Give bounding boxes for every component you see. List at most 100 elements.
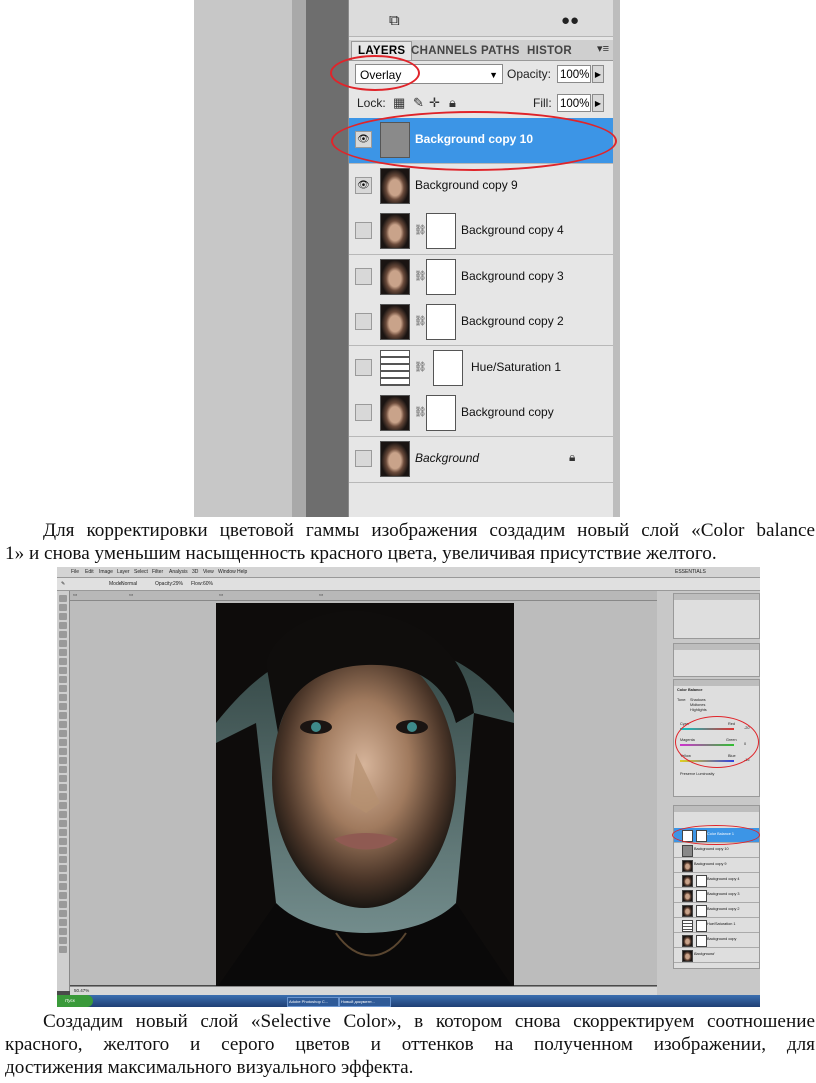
lock-position-icon[interactable]: ✛ bbox=[429, 95, 440, 111]
tool-icon[interactable] bbox=[59, 829, 67, 836]
menu-item[interactable]: File bbox=[71, 569, 79, 575]
lock-pixels-icon[interactable]: ✎ bbox=[413, 95, 424, 111]
tool-icon[interactable] bbox=[59, 892, 67, 899]
layer-row[interactable]: ⛓ Background copy bbox=[349, 391, 613, 437]
visibility-toggle[interactable] bbox=[355, 222, 372, 239]
tool-icon[interactable] bbox=[59, 604, 67, 611]
tool-icon[interactable] bbox=[59, 658, 67, 665]
visibility-toggle[interactable] bbox=[355, 268, 372, 285]
tone-option[interactable]: Highlights bbox=[690, 708, 707, 712]
tool-icon[interactable] bbox=[59, 847, 67, 854]
document-tab[interactable]: ▭ bbox=[73, 592, 77, 598]
tool-icon[interactable] bbox=[59, 901, 67, 908]
layer-row[interactable]: ⛓ Hue/Saturation 1 bbox=[349, 346, 613, 392]
mini-layer-row[interactable]: Background copy bbox=[674, 933, 759, 948]
tool-icon[interactable] bbox=[59, 802, 67, 809]
taskbar-item[interactable]: Новый документ... bbox=[339, 997, 391, 1007]
tool-icon[interactable] bbox=[59, 856, 67, 863]
tool-icon[interactable] bbox=[59, 883, 67, 890]
menu-item[interactable]: Filter bbox=[152, 569, 163, 575]
lock-all-icon[interactable]: 🔒︎ bbox=[449, 95, 456, 111]
eye-icon[interactable]: 👁︎ bbox=[355, 177, 372, 194]
layer-row[interactable]: ⛓ Background copy 4 bbox=[349, 209, 613, 255]
panel-menu-icon[interactable]: ▾≡ bbox=[597, 42, 609, 55]
tool-icon[interactable] bbox=[59, 703, 67, 710]
tool-icon[interactable] bbox=[59, 919, 67, 926]
tool-icon[interactable] bbox=[59, 838, 67, 845]
zoom-level[interactable]: 50.47% bbox=[74, 988, 89, 993]
visibility-toggle[interactable] bbox=[355, 359, 372, 376]
layer-row[interactable]: Background 🔒︎ bbox=[349, 437, 613, 483]
visibility-toggle[interactable] bbox=[355, 313, 372, 330]
document-tab[interactable]: ▭ bbox=[129, 592, 133, 598]
layer-row[interactable]: ⛓ Background copy 2 bbox=[349, 300, 613, 346]
workspace-switcher[interactable]: ESSENTIALS bbox=[675, 569, 706, 575]
tool-icon[interactable] bbox=[59, 874, 67, 881]
canvas-area[interactable] bbox=[70, 601, 657, 989]
tool-icon[interactable] bbox=[59, 631, 67, 638]
tone-option[interactable]: Shadows bbox=[690, 698, 706, 702]
tool-icon[interactable] bbox=[59, 685, 67, 692]
tool-icon[interactable] bbox=[59, 766, 67, 773]
tab-channels[interactable]: CHANNELS bbox=[411, 42, 477, 60]
menu-item[interactable]: Help bbox=[237, 569, 247, 575]
mini-layer-row[interactable]: Background copy 9 bbox=[674, 858, 759, 873]
tool-icon[interactable] bbox=[59, 865, 67, 872]
visibility-toggle[interactable] bbox=[355, 404, 372, 421]
tool-icon[interactable] bbox=[59, 910, 67, 917]
tool-icon[interactable] bbox=[59, 757, 67, 764]
menu-item[interactable]: 3D bbox=[192, 569, 198, 575]
tool-icon[interactable] bbox=[59, 748, 67, 755]
tool-icon[interactable] bbox=[59, 595, 67, 602]
layer-row[interactable]: ⛓ Background copy 3 bbox=[349, 255, 613, 301]
fill-field[interactable]: 100% bbox=[557, 94, 591, 112]
tool-icon[interactable] bbox=[59, 820, 67, 827]
menu-item[interactable]: Edit bbox=[85, 569, 94, 575]
menu-item[interactable]: Window bbox=[218, 569, 236, 575]
tool-icon[interactable] bbox=[59, 649, 67, 656]
clone-source-icon[interactable]: ●● bbox=[561, 12, 579, 29]
mini-layer-row[interactable]: Background copy 10 bbox=[674, 843, 759, 858]
tool-icon[interactable] bbox=[59, 676, 67, 683]
visibility-toggle[interactable] bbox=[355, 450, 372, 467]
tool-icon[interactable] bbox=[59, 613, 67, 620]
menu-item[interactable]: Analysis bbox=[169, 569, 188, 575]
menu-item[interactable]: View bbox=[203, 569, 214, 575]
tone-option[interactable]: Midtones bbox=[690, 703, 705, 707]
tool-icon[interactable] bbox=[59, 640, 67, 647]
menu-item[interactable]: Layer bbox=[117, 569, 130, 575]
menu-item[interactable]: Select bbox=[134, 569, 148, 575]
tool-icon[interactable] bbox=[59, 811, 67, 818]
preserve-luminosity-checkbox[interactable]: Preserve Luminosity bbox=[680, 772, 714, 776]
document-tab-active[interactable]: ▭ bbox=[219, 592, 223, 598]
opacity-field[interactable]: 100% bbox=[557, 65, 591, 83]
tool-icon[interactable] bbox=[59, 721, 67, 728]
tool-icon[interactable] bbox=[59, 784, 67, 791]
mini-layer-row[interactable]: Background copy 4 bbox=[674, 873, 759, 888]
lock-transparency-icon[interactable]: ▦ bbox=[393, 95, 405, 111]
opacity-field[interactable]: 29% bbox=[173, 581, 183, 587]
fill-slider-button[interactable]: ▶ bbox=[592, 94, 604, 112]
tool-icon[interactable] bbox=[59, 928, 67, 935]
brush-preset-icon[interactable]: ⧉ bbox=[389, 12, 400, 29]
tool-icon[interactable] bbox=[59, 622, 67, 629]
tool-icon[interactable] bbox=[59, 775, 67, 782]
menu-item[interactable]: Image bbox=[99, 569, 113, 575]
taskbar-item[interactable]: Adobe Photoshop C... bbox=[287, 997, 339, 1007]
mini-layer-row[interactable]: Background copy 3 bbox=[674, 888, 759, 903]
tool-icon[interactable] bbox=[59, 793, 67, 800]
flow-field[interactable]: 60% bbox=[203, 581, 213, 587]
brush-tool-icon[interactable]: ✎ bbox=[61, 581, 65, 587]
tool-icon[interactable] bbox=[59, 712, 67, 719]
opacity-slider-button[interactable]: ▶ bbox=[592, 65, 604, 83]
mini-layer-row[interactable]: Background copy 2 bbox=[674, 903, 759, 918]
mini-layer-row[interactable]: Hue/Saturation 1 bbox=[674, 918, 759, 933]
tool-icon[interactable] bbox=[59, 946, 67, 953]
mode-select[interactable]: Normal bbox=[121, 581, 137, 587]
tool-icon[interactable] bbox=[59, 937, 67, 944]
mini-layer-row[interactable]: Background bbox=[674, 948, 759, 963]
tab-paths[interactable]: PATHS bbox=[481, 42, 520, 60]
tool-icon[interactable] bbox=[59, 730, 67, 737]
start-button[interactable]: Пуск bbox=[57, 995, 93, 1007]
tab-history[interactable]: HISTOR bbox=[527, 42, 572, 60]
